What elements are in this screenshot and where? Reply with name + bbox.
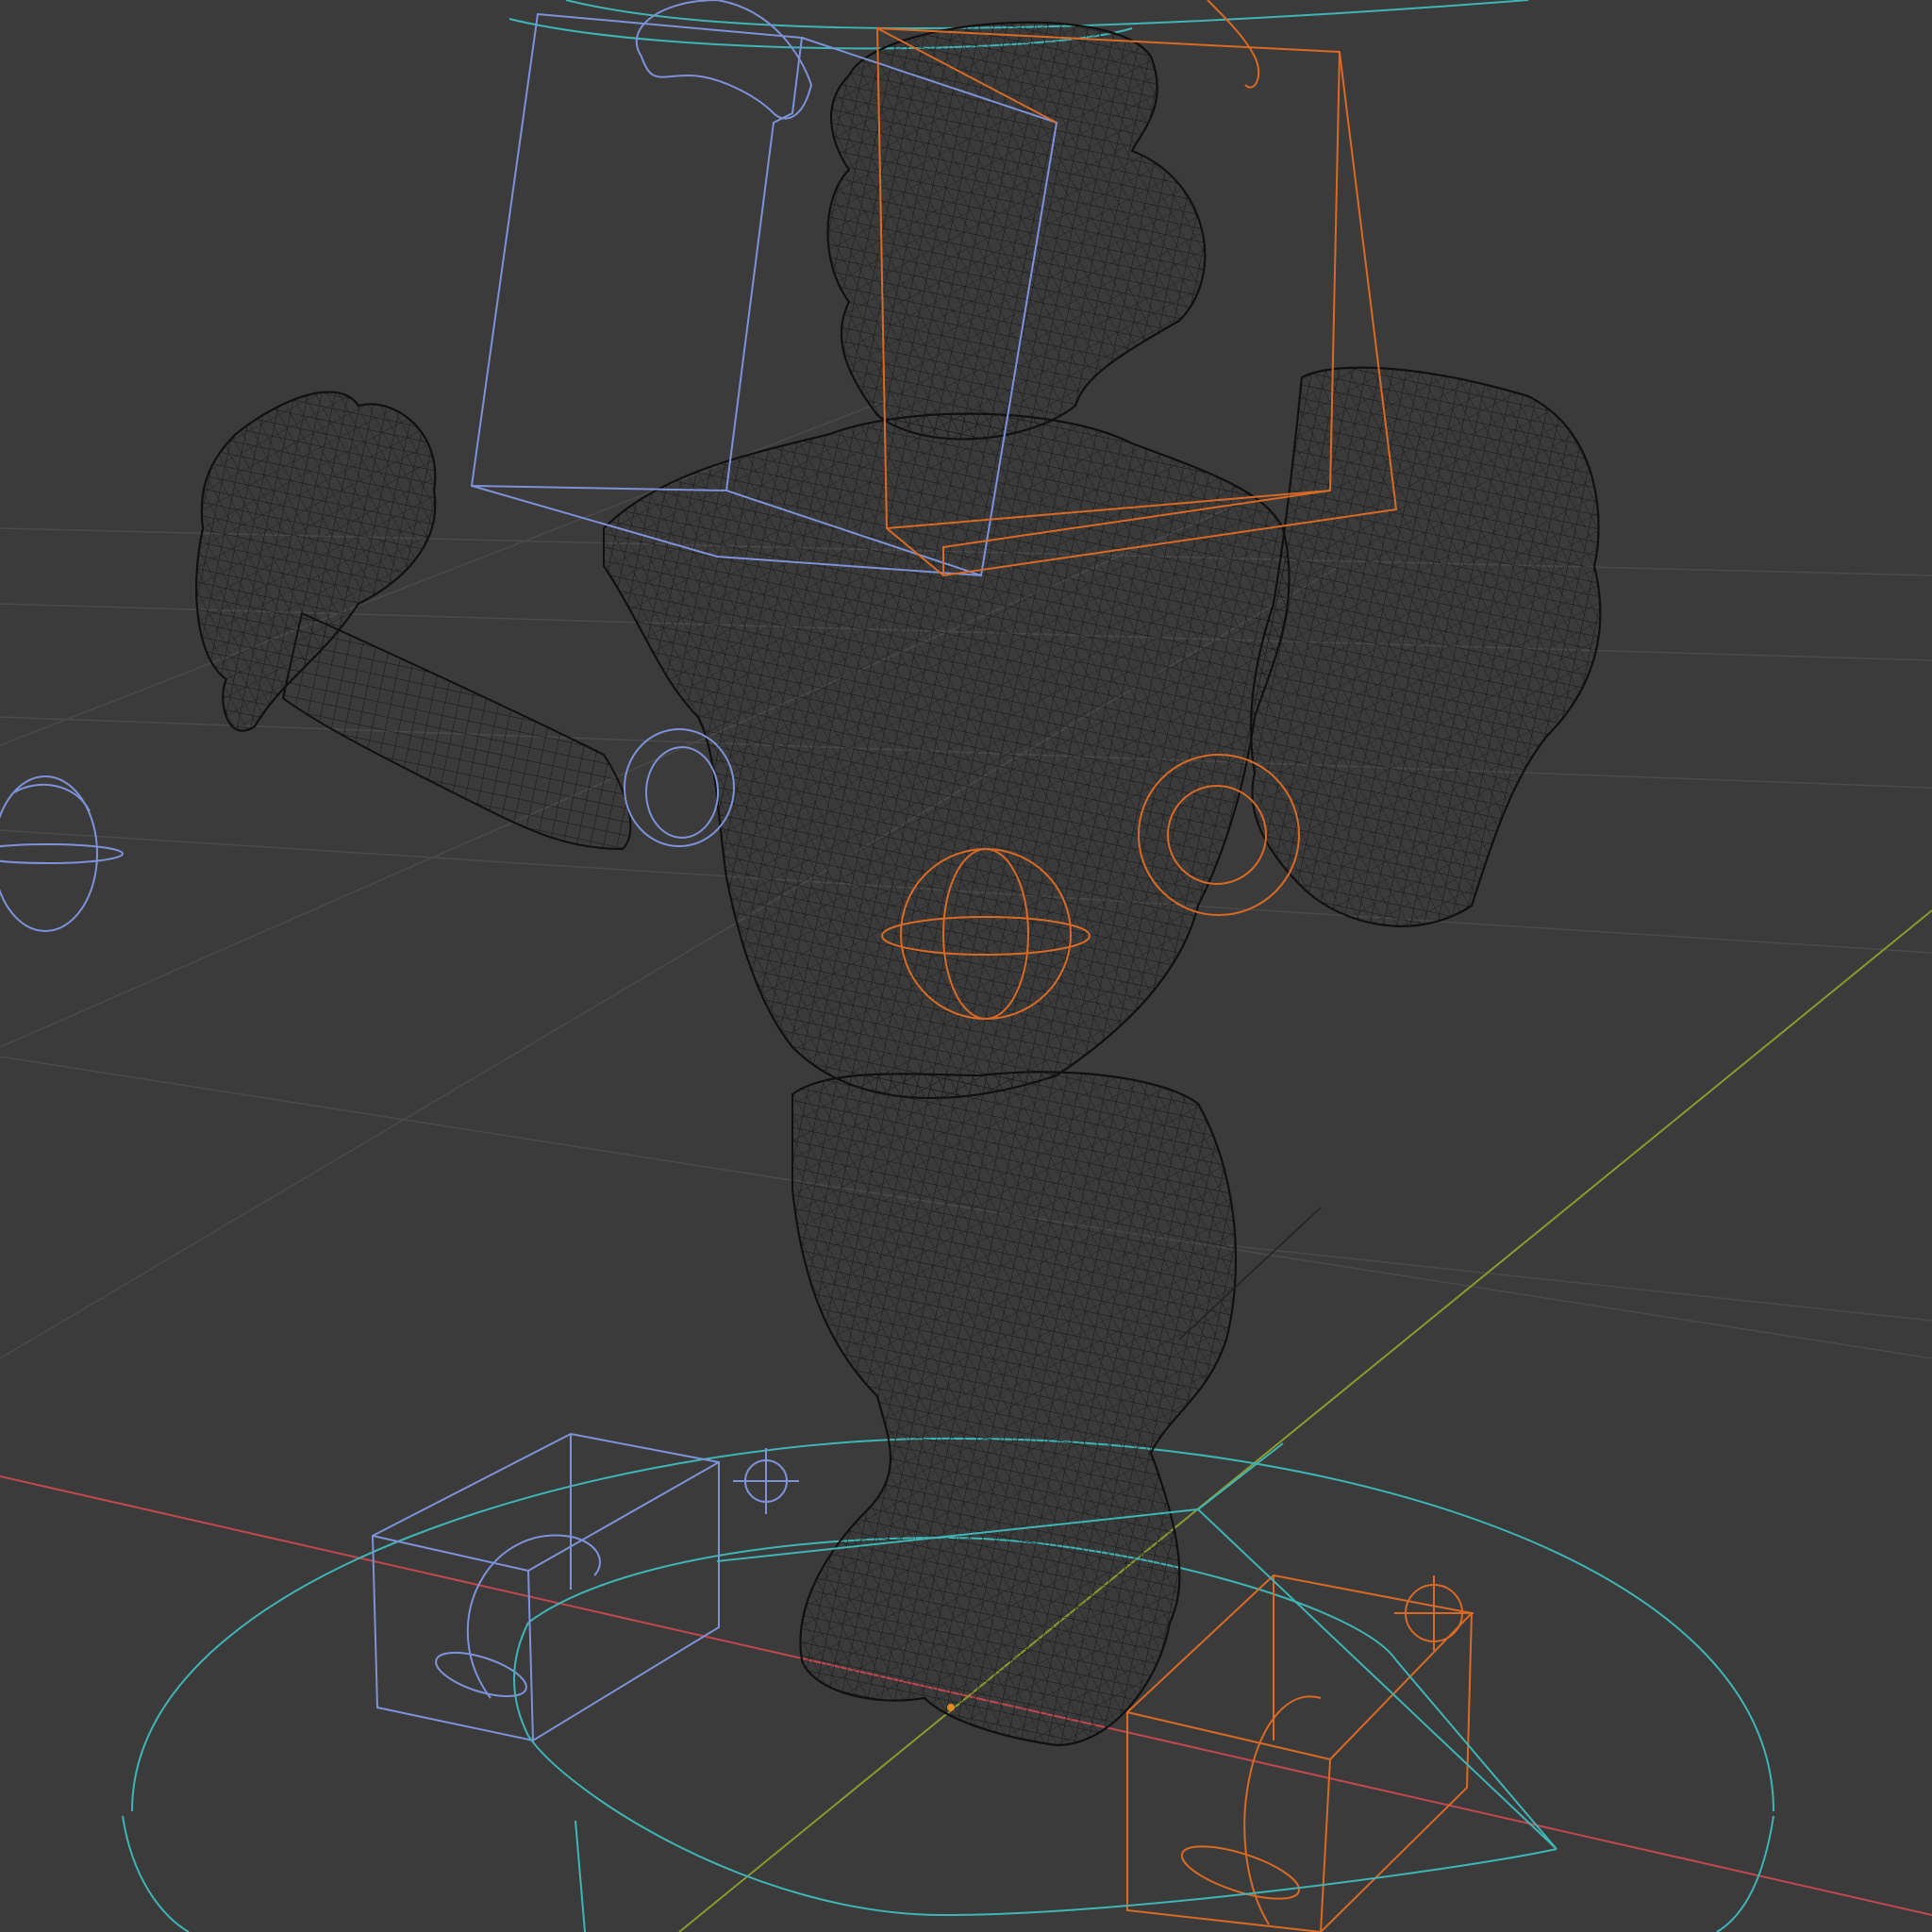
character-mesh[interactable] bbox=[195, 21, 1602, 1747]
origin-marker bbox=[947, 1704, 955, 1711]
foot-left-control[interactable] bbox=[371, 1432, 720, 1742]
knee-left-target[interactable] bbox=[733, 1448, 799, 1514]
hand-left-control[interactable] bbox=[0, 775, 124, 932]
3d-viewport[interactable] bbox=[0, 0, 1932, 1932]
elbow-left-pole[interactable] bbox=[624, 728, 735, 847]
foot-right-control[interactable] bbox=[1126, 1574, 1474, 1932]
scene-canvas[interactable] bbox=[0, 0, 1932, 1932]
knee-right-target[interactable] bbox=[1394, 1575, 1474, 1651]
